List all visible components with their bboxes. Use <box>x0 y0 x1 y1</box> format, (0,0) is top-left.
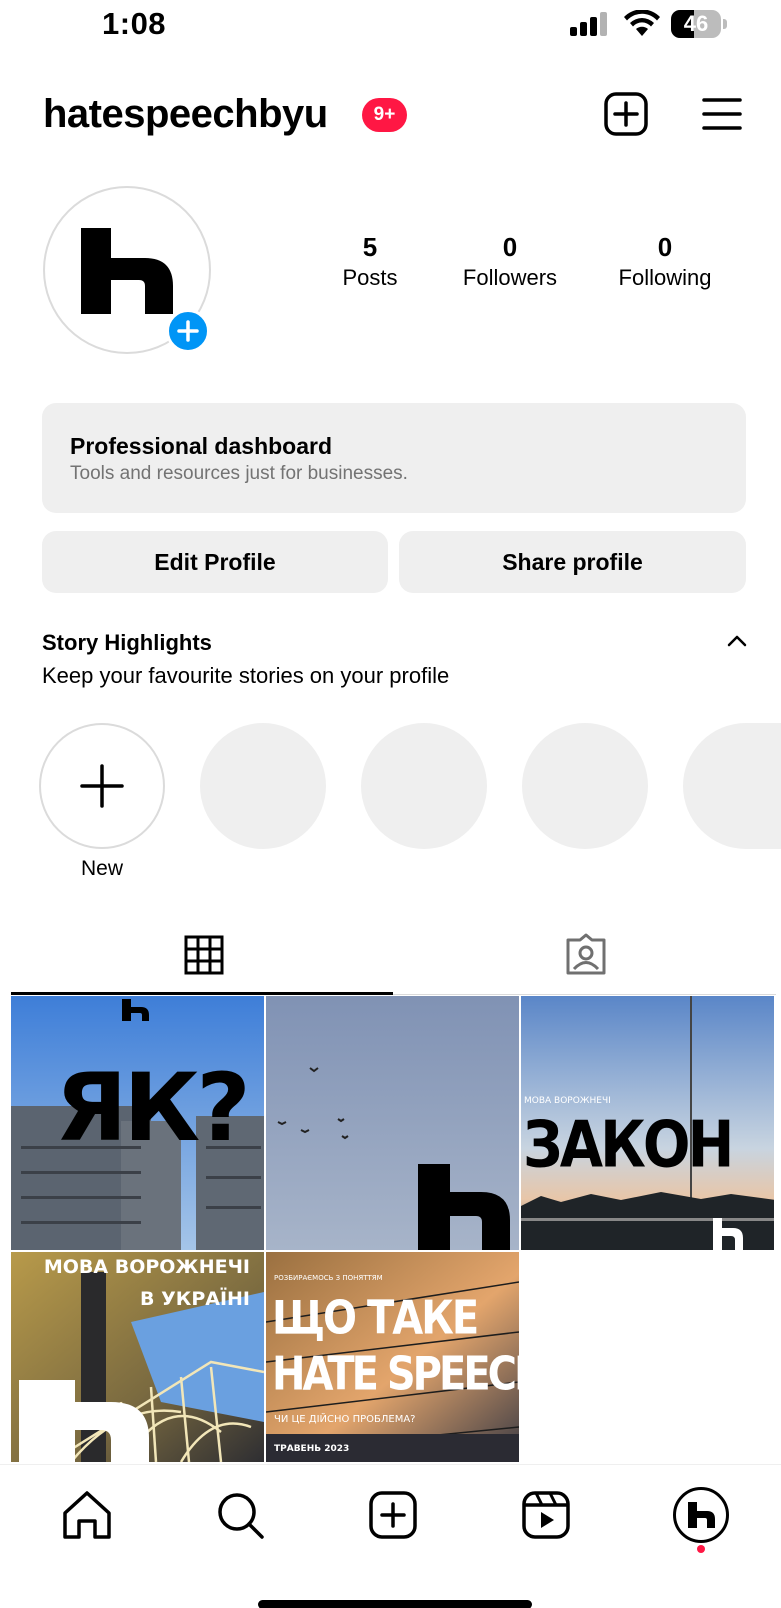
stat-value: 0 <box>657 232 673 262</box>
post-kicker: РОЗБИРАЄМОСЬ З ПОНЯТТЯМ <box>274 1274 383 1282</box>
tab-active-indicator <box>11 992 393 995</box>
share-profile-button[interactable]: Share profile <box>399 531 746 593</box>
post-title-line2: HATE SPEECH <box>272 1348 519 1401</box>
stat-label: Followers <box>462 265 558 290</box>
post-subtitle: ЧИ ЦЕ ДІЙСНО ПРОБЛЕМА? <box>274 1414 416 1425</box>
post-title-line2: В УКРАЇНІ <box>140 1288 250 1310</box>
wifi-icon <box>624 10 660 36</box>
battery-level: 46 <box>683 11 709 36</box>
dashboard-subtitle: Tools and resources just for businesses. <box>70 463 408 484</box>
post-date: ТРАВЕНЬ 2023 <box>274 1444 350 1454</box>
post-title: ЯК? <box>55 1054 251 1163</box>
status-time: 1:08 <box>102 6 167 41</box>
stat-value: 5 <box>362 232 378 262</box>
highlights-subtitle: Keep your favourite stories on your prof… <box>42 663 450 688</box>
status-bar: 1:08 46 <box>0 0 781 50</box>
post-thumbnail[interactable]: МОВА ВОРОЖНЕЧІ В УКРАЇНІ <box>11 1252 264 1462</box>
post-thumbnail[interactable]: МОВА ВОРОЖНЕЧІ ЗАКОН <box>521 996 774 1250</box>
create-icon[interactable] <box>365 1487 421 1543</box>
post-title-line1: ЩО ТАКЕ <box>272 1292 479 1345</box>
menu-icon[interactable] <box>702 96 742 132</box>
highlight-placeholder <box>200 723 326 849</box>
stat-label: Posts <box>342 265 398 290</box>
profile-nav-avatar[interactable] <box>673 1487 729 1543</box>
bottom-navigation <box>0 1464 781 1608</box>
tagged-icon <box>566 933 606 975</box>
cellular-signal-icon <box>570 12 607 36</box>
grid-icon <box>184 935 224 975</box>
post-thumbnail[interactable] <box>266 996 519 1250</box>
professional-dashboard[interactable]: Professional dashboard Tools and resourc… <box>42 403 746 513</box>
chevron-up-icon[interactable] <box>726 634 748 648</box>
post-image <box>266 996 519 1250</box>
plus-icon <box>80 764 124 808</box>
stat-value: 0 <box>502 232 518 262</box>
highlights-title: Story Highlights <box>42 630 212 655</box>
stat-followers[interactable]: 0 Followers <box>440 232 580 291</box>
reels-icon[interactable] <box>518 1487 574 1543</box>
battery-icon: 46 <box>671 10 727 38</box>
notification-badge: 9+ <box>362 98 407 132</box>
home-indicator <box>258 1600 532 1608</box>
new-highlight-label: New <box>80 857 123 880</box>
highlight-placeholder <box>683 723 781 849</box>
post-thumbnail[interactable]: РОЗБИРАЄМОСЬ З ПОНЯТТЯМ ЩО ТАКЕ HATE SPE… <box>266 1252 519 1462</box>
search-icon[interactable] <box>212 1487 268 1543</box>
stat-following[interactable]: 0 Following <box>595 232 735 291</box>
home-icon[interactable] <box>59 1487 115 1543</box>
tab-tagged[interactable] <box>393 918 781 994</box>
tab-posts-grid[interactable] <box>11 918 403 994</box>
profile-username[interactable]: hatespeechbyu <box>43 92 328 137</box>
add-post-icon[interactable] <box>604 92 648 136</box>
notification-dot <box>697 1545 705 1553</box>
dashboard-title: Professional dashboard <box>70 433 333 459</box>
highlight-placeholder <box>361 723 487 849</box>
highlight-placeholder <box>522 723 648 849</box>
add-story-icon[interactable] <box>166 309 210 353</box>
profile-icon <box>688 1502 715 1528</box>
post-image <box>11 1252 264 1462</box>
post-title-line1: МОВА ВОРОЖНЕЧІ <box>43 1256 250 1278</box>
stat-label: Following <box>618 265 712 290</box>
post-title: ЗАКОН <box>523 1108 734 1183</box>
edit-profile-button[interactable]: Edit Profile <box>42 531 388 593</box>
post-thumbnail[interactable]: ЯК? <box>11 996 264 1250</box>
post-small-text: МОВА ВОРОЖНЕЧІ <box>524 1096 611 1106</box>
stat-posts[interactable]: 5 Posts <box>305 232 435 291</box>
new-highlight-button[interactable] <box>39 723 165 849</box>
